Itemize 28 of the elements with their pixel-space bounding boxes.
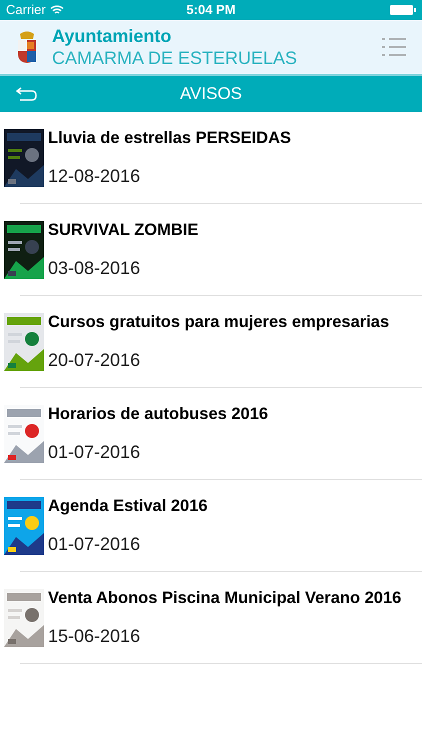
notice-date: 01-07-2016 (48, 440, 142, 464)
back-icon[interactable] (16, 86, 38, 102)
notice-date: 12-08-2016 (48, 164, 142, 188)
notice-title: Venta Abonos Piscina Municipal Verano 2016 (48, 588, 402, 610)
notice-item[interactable]: Horarios de autobuses 2016 01-07-2016 (0, 388, 422, 480)
notice-item[interactable]: Cursos gratuitos para mujeres empresarias 20-07-2016 (0, 296, 422, 388)
status-time: 5:04 PM (186, 1, 236, 20)
notice-title: SURVIVAL ZOMBIE (48, 220, 198, 242)
coat-of-arms-icon (16, 30, 38, 64)
notice-item[interactable]: Lluvia de estrellas PERSEIDAS 12-08-2016 (0, 112, 422, 204)
battery-icon (390, 5, 416, 15)
notice-item[interactable]: Venta Abonos Piscina Municipal Verano 2016 15-06-2016 (0, 572, 422, 664)
notice-title: Lluvia de estrellas PERSEIDAS (48, 128, 292, 150)
notice-item[interactable]: SURVIVAL ZOMBIE 03-08-2016 (0, 204, 422, 296)
header-title: Ayuntamiento (52, 24, 172, 47)
notice-title: Cursos gratuitos para mujeres empresarias (48, 312, 390, 334)
notice-title: Horarios de autobuses 2016 (48, 404, 268, 426)
notice-item[interactable]: Agenda Estival 2016 01-07-2016 (0, 480, 422, 572)
wifi-icon (50, 5, 64, 15)
notice-date: 01-07-2016 (48, 532, 142, 556)
notice-date: 15-06-2016 (48, 624, 142, 648)
notice-date: 20-07-2016 (48, 348, 142, 372)
notice-date: 03-08-2016 (48, 256, 142, 280)
header-subtitle: CAMARMA DE ESTERUELAS (52, 47, 298, 70)
carrier-label: Carrier (6, 1, 46, 20)
notice-title: Agenda Estival 2016 (48, 496, 208, 518)
menu-icon[interactable] (382, 37, 406, 57)
nav-title: AVISOS (180, 83, 242, 106)
